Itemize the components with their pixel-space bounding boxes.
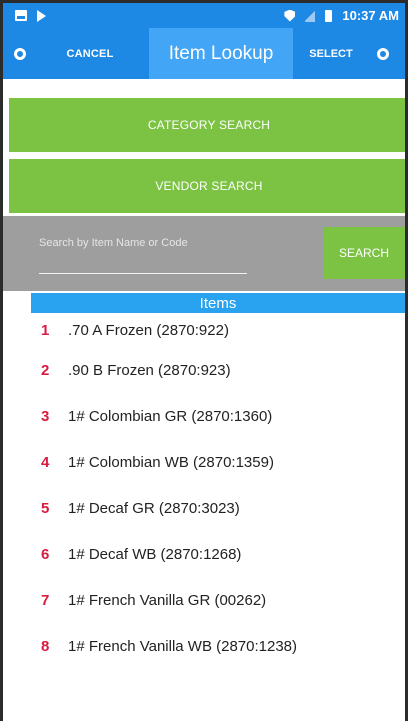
status-left bbox=[15, 9, 49, 22]
item-number: 7 bbox=[41, 591, 50, 609]
item-name: 1# Colombian WB (2870:1359) bbox=[68, 453, 274, 471]
list-item[interactable]: 2 .90 B Frozen (2870:923) bbox=[3, 347, 405, 393]
signal-icon bbox=[305, 9, 316, 22]
item-name: .90 B Frozen (2870:923) bbox=[68, 361, 231, 379]
image-icon bbox=[15, 10, 27, 21]
search-area: SEARCH bbox=[3, 216, 405, 291]
list-item[interactable]: 6 1# Decaf WB (2870:1268) bbox=[3, 531, 405, 577]
vendor-search-button[interactable]: VENDOR SEARCH bbox=[9, 159, 405, 213]
search-button[interactable]: SEARCH bbox=[323, 227, 405, 279]
item-number: 8 bbox=[41, 637, 50, 655]
circle-back-icon[interactable] bbox=[9, 28, 31, 79]
item-number: 2 bbox=[41, 361, 50, 379]
list-item[interactable]: 8 1# French Vanilla WB (2870:1238) bbox=[3, 623, 405, 669]
device-frame: 10:37 AM CANCEL Item Lookup SELECT CATEG… bbox=[0, 0, 408, 721]
search-input[interactable] bbox=[39, 230, 247, 274]
toolbar: CANCEL Item Lookup SELECT bbox=[3, 28, 405, 79]
items-header: Items bbox=[31, 293, 405, 313]
item-number: 6 bbox=[41, 545, 50, 563]
battery-icon bbox=[325, 9, 333, 22]
item-name: 1# Decaf WB (2870:1268) bbox=[68, 545, 242, 563]
status-time: 10:37 AM bbox=[342, 8, 399, 23]
item-number: 3 bbox=[41, 407, 50, 425]
list-item[interactable]: 4 1# Colombian WB (2870:1359) bbox=[3, 439, 405, 485]
cancel-button[interactable]: CANCEL bbox=[31, 28, 149, 79]
item-name: 1# French Vanilla WB (2870:1238) bbox=[68, 637, 298, 655]
item-name: 1# Decaf GR (2870:3023) bbox=[68, 499, 240, 517]
item-number: 1 bbox=[41, 321, 50, 339]
item-number: 5 bbox=[41, 499, 50, 517]
shield-icon bbox=[284, 9, 296, 22]
status-right: 10:37 AM bbox=[284, 8, 399, 23]
list-item[interactable]: 3 1# Colombian GR (2870:1360) bbox=[3, 393, 405, 439]
list-item[interactable]: 7 1# French Vanilla GR (00262) bbox=[3, 577, 405, 623]
select-button[interactable]: SELECT bbox=[293, 28, 369, 79]
category-search-button[interactable]: CATEGORY SEARCH bbox=[9, 98, 405, 152]
page-title: Item Lookup bbox=[149, 28, 293, 79]
circle-forward-icon[interactable] bbox=[369, 28, 399, 79]
item-name: 1# Colombian GR (2870:1360) bbox=[68, 407, 273, 425]
status-bar: 10:37 AM bbox=[3, 3, 405, 28]
item-list: 1 .70 A Frozen (2870:922) 2 .90 B Frozen (… bbox=[3, 313, 405, 669]
cast-icon bbox=[37, 9, 49, 22]
item-name: .70 A Frozen (2870:922) bbox=[68, 321, 229, 339]
item-name: 1# French Vanilla GR (00262) bbox=[68, 591, 267, 609]
list-item[interactable]: 1 .70 A Frozen (2870:922) bbox=[3, 313, 405, 347]
item-number: 4 bbox=[41, 453, 50, 471]
list-item[interactable]: 5 1# Decaf GR (2870:3023) bbox=[3, 485, 405, 531]
